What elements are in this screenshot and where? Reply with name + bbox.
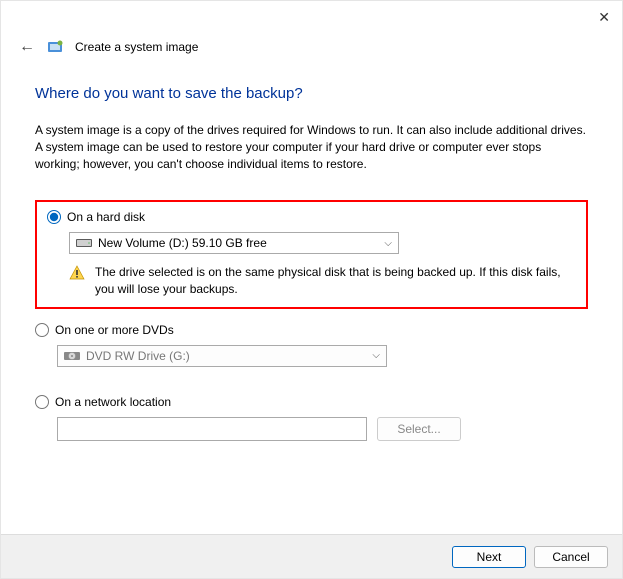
option-network-label: On a network location [55,395,171,409]
hard-disk-warning-text: The drive selected is on the same physic… [95,264,576,296]
hard-disk-drive-value: New Volume (D:) 59.10 GB free [98,236,267,250]
radio-network[interactable] [35,395,49,409]
option-network[interactable]: On a network location [35,395,588,409]
next-button[interactable]: Next [452,546,526,568]
select-network-button: Select... [377,417,461,441]
close-icon[interactable]: ✕ [598,9,610,26]
option-hard-disk[interactable]: On a hard disk [47,210,576,224]
chevron-down-icon: ⌵ [384,238,392,249]
radio-dvd[interactable] [35,323,49,337]
option-dvd-label: On one or more DVDs [55,323,174,337]
warning-icon [69,265,85,281]
hard-disk-drive-dropdown[interactable]: New Volume (D:) 59.10 GB free ⌵ [69,232,399,254]
hard-disk-section-highlight: On a hard disk New Volume (D:) 59.10 GB … [35,200,588,308]
page-description: A system image is a copy of the drives r… [35,122,588,172]
dvd-drive-icon [64,350,80,362]
back-arrow-icon[interactable]: ← [19,38,35,56]
dvd-drive-dropdown[interactable]: DVD RW Drive (G:) ⌵ [57,345,387,367]
option-dvd[interactable]: On one or more DVDs [35,323,588,337]
app-icon [47,39,63,55]
hard-drive-icon [76,238,92,248]
option-hard-disk-label: On a hard disk [67,210,145,224]
radio-hard-disk[interactable] [47,210,61,224]
network-path-input[interactable] [57,417,367,441]
cancel-button[interactable]: Cancel [534,546,608,568]
dvd-drive-value: DVD RW Drive (G:) [86,349,190,363]
page-heading: Where do you want to save the backup? [35,85,588,102]
chevron-down-icon: ⌵ [372,350,380,361]
app-title: Create a system image [75,40,198,54]
